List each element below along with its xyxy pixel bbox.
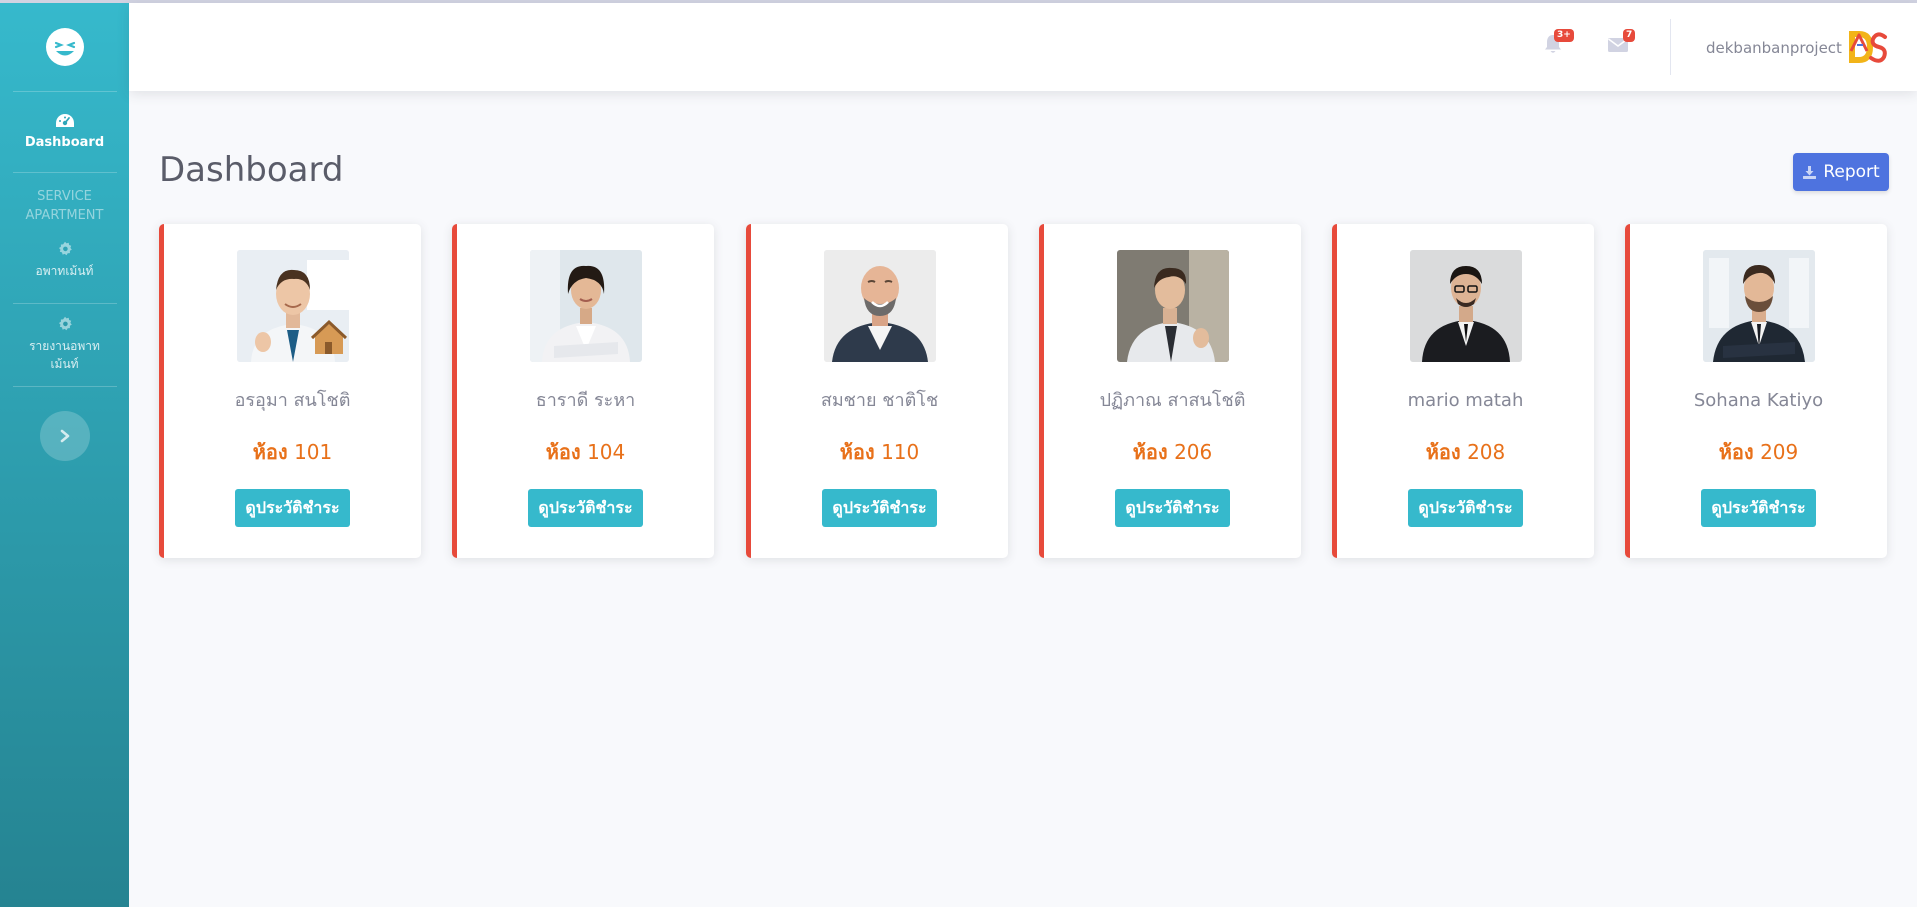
room-number: ห้อง 104 <box>546 439 626 465</box>
ds-logo-icon <box>1849 31 1887 63</box>
room-value: 101 <box>294 440 333 464</box>
room-number: ห้อง 101 <box>253 439 333 465</box>
tenant-photo <box>529 250 642 362</box>
view-payment-history-button[interactable]: ดูประวัติชำระ <box>528 489 643 527</box>
chevron-right-icon <box>60 429 69 443</box>
messages-badge: 7 <box>1623 29 1636 42</box>
tenant-photo-art <box>1702 250 1815 362</box>
room-value: 104 <box>587 440 626 464</box>
gear-icon <box>58 316 72 331</box>
user-name[interactable]: dekbanbanproject <box>1706 39 1842 57</box>
tenant-photo <box>1409 250 1522 362</box>
sidebar-divider <box>12 172 117 173</box>
tenant-card: ปฏิภาณ สาสนโชติ ห้อง 206 ดูประวัติชำระ <box>1039 224 1301 558</box>
tenant-photo-art <box>1116 250 1229 362</box>
alerts-badge: 3+ <box>1554 29 1574 42</box>
tenant-photo <box>1116 250 1229 362</box>
messages-button[interactable]: 7 <box>1606 29 1636 59</box>
gear-icon <box>58 241 72 256</box>
download-icon <box>1803 165 1817 179</box>
sidebar-item-label: Dashboard <box>24 134 105 150</box>
brand-logo[interactable] <box>0 3 129 91</box>
topbar: 3+ 7 dekbanbanproject <box>129 3 1917 91</box>
tenant-photo <box>823 250 936 362</box>
sidebar-item-apartment[interactable]: อพาทเม้นท์ <box>0 237 129 303</box>
view-payment-history-button[interactable]: ดูประวัติชำระ <box>1408 489 1523 527</box>
tenant-photo-art <box>236 250 349 362</box>
sidebar-item-report[interactable]: รายงานอพาทเม้นท์ <box>0 304 129 386</box>
sidebar-divider <box>12 386 117 387</box>
sidebar-heading-text: SERVICE APARTMENT <box>25 189 104 223</box>
room-prefix: ห้อง <box>545 440 581 464</box>
tachometer-icon <box>55 113 74 127</box>
sidebar-item-label: รายงานอพาทเม้นท์ <box>29 339 100 371</box>
tenant-card: อรอุมา สนโชติ ห้อง 101 ดูประวัติชำระ <box>159 224 421 558</box>
room-number: ห้อง 206 <box>1133 439 1213 465</box>
view-payment-history-button[interactable]: ดูประวัติชำระ <box>822 489 937 527</box>
tenant-photo <box>1702 250 1815 362</box>
alerts-button[interactable]: 3+ <box>1542 29 1574 59</box>
tenant-name: ธาราดี ระหา <box>535 390 636 411</box>
sidebar-item-label: อพาทเม้นท์ <box>35 264 94 278</box>
tenant-photo-art <box>823 250 936 362</box>
room-prefix: ห้อง <box>1132 440 1168 464</box>
topbar-divider <box>1670 19 1671 75</box>
tenant-name: ปฏิภาณ สาสนโชติ <box>1099 390 1246 411</box>
room-value: 208 <box>1467 440 1506 464</box>
room-value: 206 <box>1174 440 1213 464</box>
report-button[interactable]: Report <box>1793 153 1889 191</box>
tenant-card: mario matah ห้อง 208 ดูประวัติชำระ <box>1332 224 1594 558</box>
sidebar: Dashboard SERVICE APARTMENT อพาทเม้นท์ ร… <box>0 3 129 907</box>
report-button-label: Report <box>1823 162 1880 182</box>
room-value: 209 <box>1760 440 1799 464</box>
tenant-card: สมชาย ชาติโช ห้อง 110 ดูประวัติชำระ <box>746 224 1008 558</box>
room-prefix: ห้อง <box>1718 440 1754 464</box>
tenant-card: Sohana Katiyo ห้อง 209 ดูประวัติชำระ <box>1625 224 1887 558</box>
laughing-face-icon <box>45 28 84 66</box>
room-prefix: ห้อง <box>252 440 288 464</box>
room-number: ห้อง 110 <box>840 439 920 465</box>
tenant-name: mario matah <box>1407 390 1524 411</box>
room-number: ห้อง 209 <box>1719 439 1799 465</box>
room-number: ห้อง 208 <box>1426 439 1506 465</box>
tenant-name: อรอุมา สนโชติ <box>234 390 351 411</box>
tenant-photo <box>236 250 349 362</box>
tenant-name: Sohana Katiyo <box>1693 390 1824 411</box>
room-value: 110 <box>881 440 920 464</box>
room-prefix: ห้อง <box>839 440 875 464</box>
tenant-photo-art <box>1409 250 1522 362</box>
sidebar-item-dashboard[interactable]: Dashboard <box>0 92 129 172</box>
view-payment-history-button[interactable]: ดูประวัติชำระ <box>1115 489 1230 527</box>
room-prefix: ห้อง <box>1425 440 1461 464</box>
tenant-photo-art <box>529 250 642 362</box>
view-payment-history-button[interactable]: ดูประวัติชำระ <box>1701 489 1816 527</box>
sidebar-heading: SERVICE APARTMENT <box>0 187 129 225</box>
view-payment-history-button[interactable]: ดูประวัติชำระ <box>235 489 350 527</box>
tenant-name: สมชาย ชาติโช <box>820 390 939 411</box>
user-avatar[interactable] <box>1843 25 1891 73</box>
page-title: Dashboard <box>159 150 344 190</box>
tenant-card: ธาราดี ระหา ห้อง 104 ดูประวัติชำระ <box>452 224 714 558</box>
sidebar-toggle-button[interactable] <box>39 411 90 461</box>
